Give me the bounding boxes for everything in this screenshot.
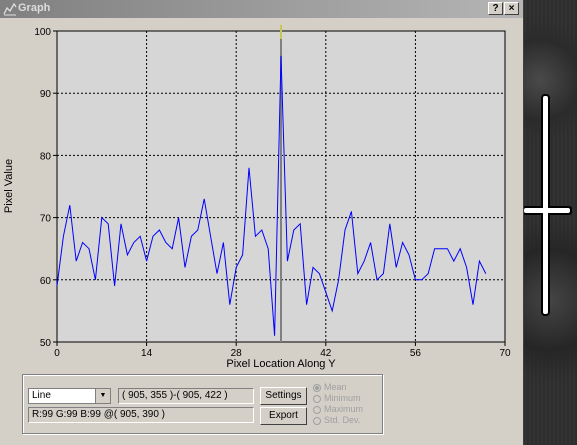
settings-button[interactable]: Settings [260,387,307,405]
y-tick-label: 70 [40,214,52,225]
x-tick-label: 70 [499,348,511,359]
close-button[interactable]: × [504,2,519,15]
radio-dot-icon [313,405,321,414]
radio-dot-icon [313,416,321,425]
export-button[interactable]: Export [260,407,307,425]
radio-std-dev[interactable]: Std. Dev. [313,415,360,425]
pixel-readout-field: R:99 G:99 B:99 @( 905, 390 ) [28,407,254,423]
y-tick-label: 60 [40,276,52,287]
coords-range-field: ( 905, 355 )-( 905, 422 ) [118,388,254,404]
y-axis-label: Pixel Value [3,159,15,213]
graph-window: Graph ? × 0 14 28 42 56 70 50 60 70 80 90 100 Pixel… [0,0,524,445]
y-tick-label: 80 [40,151,52,162]
radio-dot-icon [313,383,321,392]
mode-select-value: Line [32,390,51,401]
y-tick-label: 50 [40,338,52,349]
window-title: Graph [18,2,51,14]
x-tick-label: 0 [54,348,60,359]
graph-window-icon [3,2,17,16]
x-axis-label: Pixel Location Along Y [226,358,336,370]
y-tick-label: 100 [34,27,51,38]
line-chart: 0 14 28 42 56 705060708090100 Pixel Location … [3,25,511,370]
radio-mean[interactable]: Mean [313,382,347,392]
crosshair-cursor-icon [522,94,572,316]
x-tick-label: 56 [410,348,422,359]
title-bar[interactable]: Graph ? × [0,0,523,18]
x-tick-label: 14 [141,348,153,359]
help-button[interactable]: ? [488,2,503,15]
mode-select[interactable]: Line ▼ [28,388,111,404]
radio-dot-icon [313,394,321,403]
radio-maximum[interactable]: Maximum [313,404,363,414]
chevron-down-icon[interactable]: ▼ [95,389,110,403]
y-tick-label: 90 [40,89,52,100]
radio-minimum[interactable]: Minimum [313,393,361,403]
